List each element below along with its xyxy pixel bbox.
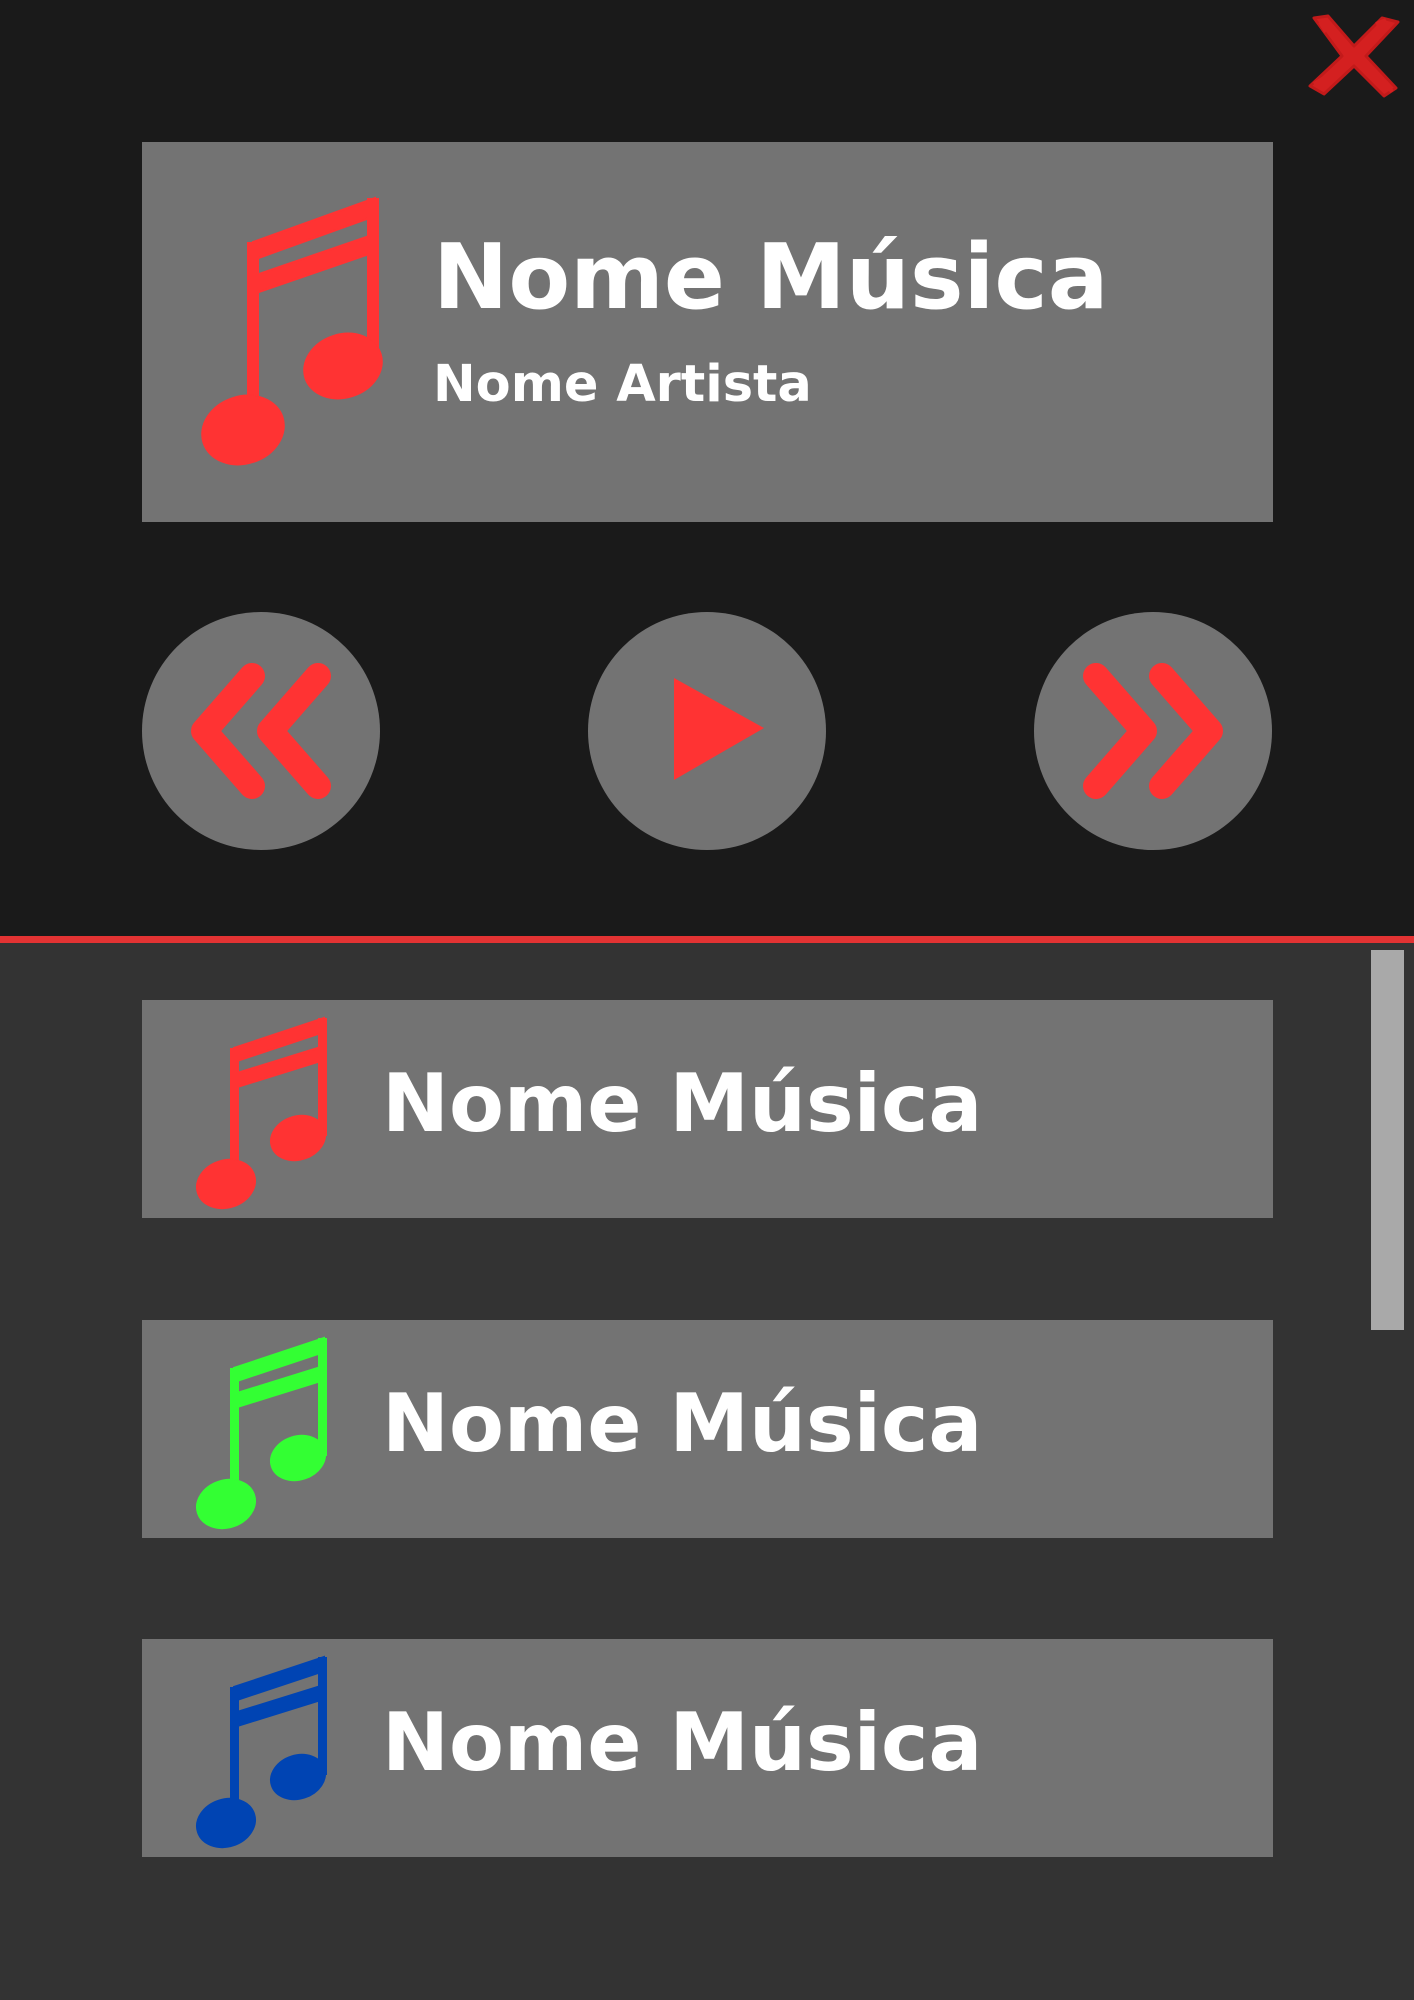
song-title: Nome Música <box>382 1057 983 1150</box>
close-icon <box>1308 14 1400 98</box>
music-note-icon <box>196 1655 327 1849</box>
playlist-item[interactable]: Nome Música <box>142 1320 1273 1538</box>
music-note-icon <box>201 196 383 466</box>
song-title: Nome Música <box>382 1377 983 1470</box>
now-playing-artist: Nome Artista <box>433 355 812 414</box>
double-chevron-left-icon <box>191 663 331 799</box>
music-note-icon <box>196 1336 327 1530</box>
now-playing-title: Nome Música <box>433 225 1109 330</box>
double-chevron-right-icon <box>1083 663 1223 799</box>
close-button[interactable] <box>1306 12 1402 98</box>
next-button[interactable] <box>1034 612 1272 850</box>
play-icon <box>674 678 764 780</box>
panel-divider <box>0 936 1414 943</box>
playlist-item[interactable]: Nome Música <box>142 1000 1273 1218</box>
music-note-icon <box>196 1016 327 1210</box>
playlist-item[interactable]: Nome Música <box>142 1639 1273 1857</box>
song-title: Nome Música <box>382 1696 983 1789</box>
scrollbar-thumb[interactable] <box>1371 950 1404 1330</box>
play-button[interactable] <box>588 612 826 850</box>
previous-button[interactable] <box>142 612 380 850</box>
